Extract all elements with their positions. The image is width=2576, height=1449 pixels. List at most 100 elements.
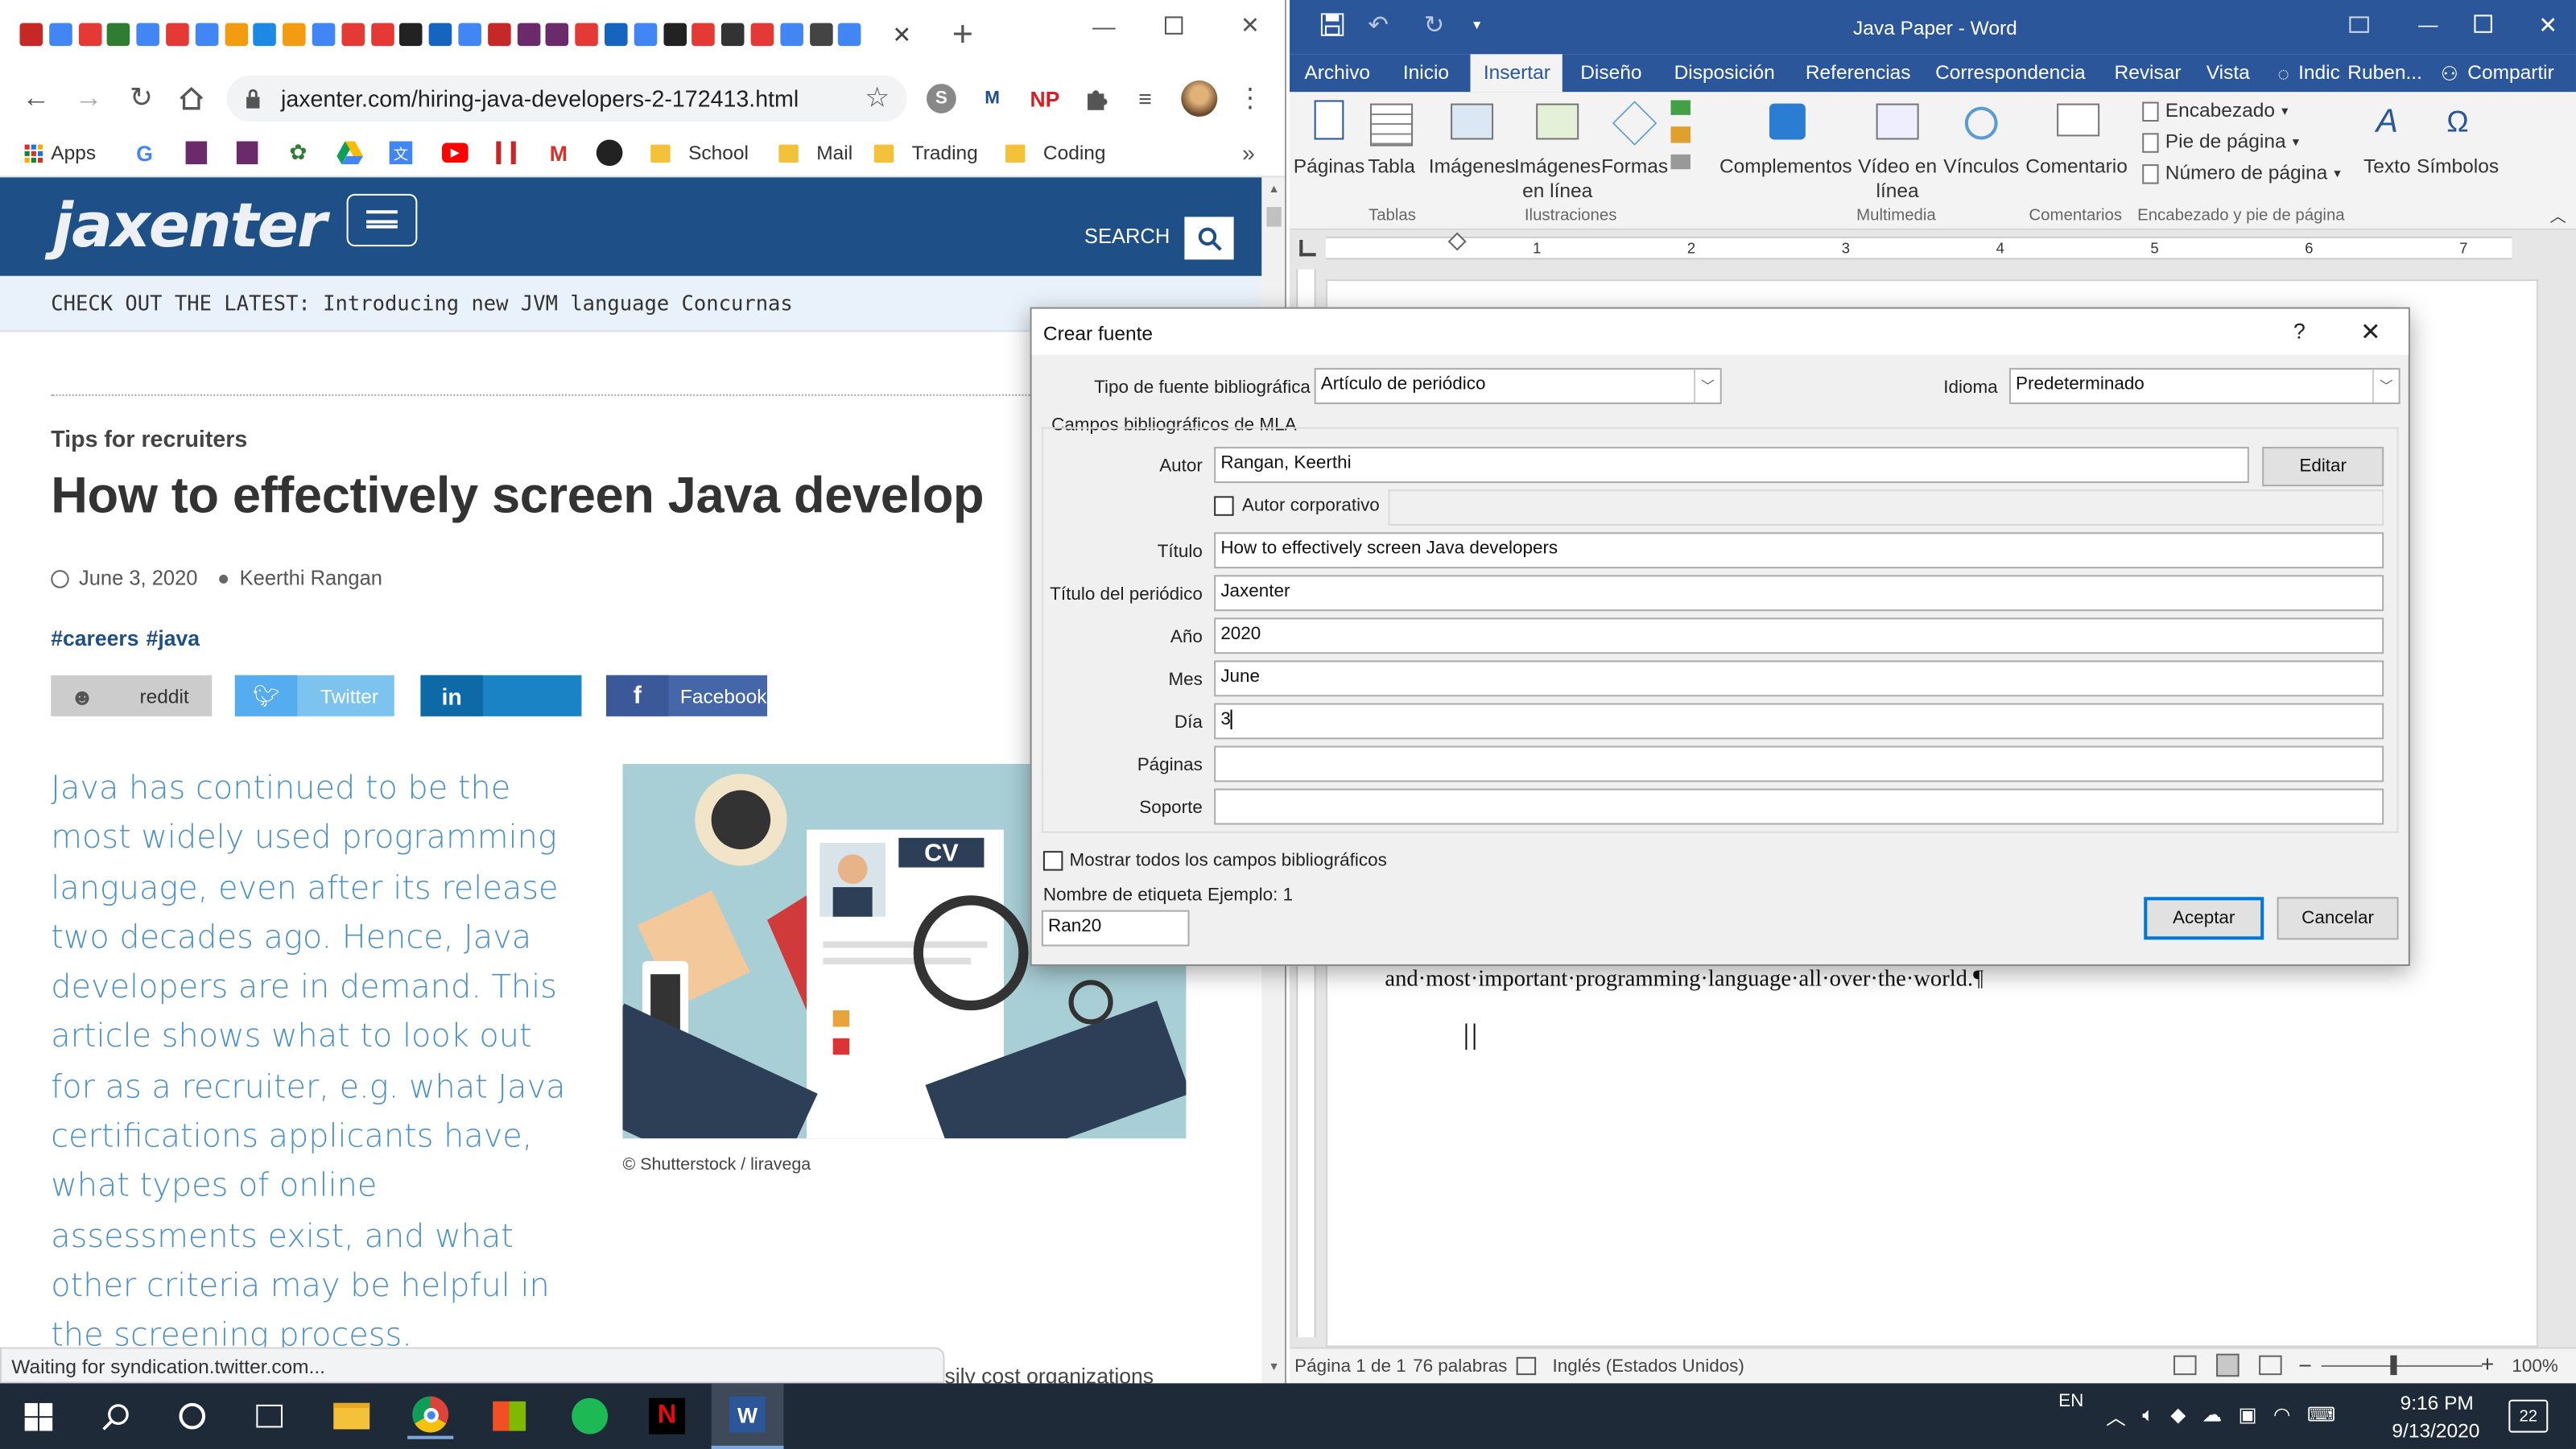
back-icon[interactable]: ←	[19, 82, 52, 115]
wifi-icon[interactable]: ◠	[2273, 1403, 2290, 1431]
scroll-thumb[interactable]	[1266, 207, 1282, 227]
paginas-button[interactable]: Páginas	[1294, 97, 1364, 202]
paginas-field[interactable]	[1214, 745, 2384, 782]
mostrar-todos-checkbox[interactable]	[1042, 851, 1063, 871]
tag-careers[interactable]: #careers	[51, 626, 138, 651]
web-layout-icon[interactable]	[2259, 1355, 2282, 1376]
read-mode-icon[interactable]	[2173, 1355, 2197, 1376]
bookmark-icon-a[interactable]	[185, 141, 208, 165]
autor-corporativo-label[interactable]: Autor corporativo	[1242, 496, 1380, 515]
plant-icon[interactable]: ✿	[286, 138, 311, 164]
pinned-tab-favicon[interactable]	[721, 23, 745, 47]
pinned-tab-favicon[interactable]	[575, 23, 599, 47]
pinned-tab-favicon[interactable]	[779, 23, 803, 47]
chrome-taskbar-button[interactable]	[407, 1393, 454, 1439]
encabezado-button[interactable]: Encabezado ▾	[2142, 98, 2288, 123]
word-taskbar-button[interactable]: W	[711, 1383, 784, 1449]
horizontal-ruler[interactable]: 1 2 3 4 5 6 7	[1290, 229, 2576, 270]
tab-correspondencia[interactable]: Correspondencia	[1935, 61, 2086, 85]
proofing-icon[interactable]	[1516, 1356, 1537, 1376]
home-icon[interactable]	[174, 82, 207, 115]
titulo-periodico-field[interactable]: Jaxenter	[1214, 575, 2384, 612]
gmail-icon[interactable]: M	[546, 140, 572, 165]
pinned-tab-favicon[interactable]	[195, 23, 219, 47]
zoom-slider[interactable]	[2321, 1364, 2483, 1367]
tab-vista[interactable]: Vista	[2207, 61, 2250, 85]
account-name[interactable]: Ruben...	[2347, 61, 2422, 85]
customize-qat-icon[interactable]: ▾	[1467, 13, 1486, 36]
lightbulb-icon[interactable]: ◌	[2273, 61, 2293, 86]
tab-disposicion[interactable]: Disposición	[1674, 61, 1775, 85]
volume-icon[interactable]: 🔈︎	[2142, 1403, 2154, 1431]
comentario-button[interactable]: Comentario	[2024, 97, 2129, 202]
google-icon[interactable]: G	[133, 140, 156, 165]
tab-insertar[interactable]: Insertar	[1484, 61, 1550, 85]
word-minimize-icon[interactable]: —	[2415, 10, 2442, 39]
onedrive-icon[interactable]: ☁︎	[2202, 1403, 2222, 1431]
url-text[interactable]: jaxenter.com/hiring-java-developers-2-17…	[281, 85, 799, 112]
pinned-tab-favicon[interactable]	[341, 23, 365, 47]
share-facebook-button[interactable]: f Facebook	[606, 675, 768, 716]
chevron-down-icon[interactable]: ﹀	[1694, 369, 1720, 402]
editar-button[interactable]: Editar	[2262, 447, 2384, 487]
pinned-tab-favicon[interactable]	[283, 23, 306, 47]
security-icon[interactable]: ▣	[2238, 1403, 2256, 1431]
drive-icon[interactable]	[336, 141, 364, 165]
dia-field[interactable]: 3	[1214, 703, 2384, 740]
language-status[interactable]: Inglés (Estados Unidos)	[1553, 1357, 1744, 1377]
tab-referencias[interactable]: Referencias	[1806, 61, 1911, 85]
vinculos-button[interactable]: Vínculos	[1942, 97, 2021, 202]
tab-selector[interactable]	[1299, 239, 1316, 257]
github-icon[interactable]	[596, 139, 623, 167]
pinned-tab-favicon[interactable]	[78, 23, 101, 47]
mostrar-todos-label[interactable]: Mostrar todos los campos bibliográficos	[1070, 851, 1387, 870]
zoom-level[interactable]: 100%	[2512, 1357, 2557, 1377]
more-bookmarks-icon[interactable]: »	[1237, 138, 1261, 167]
search-button[interactable]	[1184, 217, 1234, 260]
texto-button[interactable]: A Texto	[2359, 97, 2415, 202]
search-label[interactable]: SEARCH	[1084, 225, 1170, 249]
action-center-button[interactable]: 22	[2508, 1399, 2549, 1433]
bookmark-icon-b[interactable]	[236, 141, 258, 165]
page-count[interactable]: Página 1 de 1	[1294, 1357, 1406, 1377]
aceptar-button[interactable]: Aceptar	[2144, 897, 2264, 940]
tab-diseno[interactable]: Diseño	[1580, 61, 1641, 85]
cortana-button[interactable]	[169, 1393, 215, 1439]
zoom-in-button[interactable]: +	[2481, 1351, 2495, 1377]
tell-me-search[interactable]: Indic	[2298, 61, 2340, 85]
bookmark-folder-trading[interactable]: Trading	[873, 138, 978, 167]
chevron-down-icon[interactable]: ﹀	[2372, 369, 2399, 402]
chevron-up-icon[interactable]: ︿	[2106, 1403, 2126, 1431]
pinned-tab-favicon[interactable]	[48, 23, 72, 47]
pinned-tab-favicon[interactable]	[370, 23, 394, 47]
clock-time[interactable]: 9:16 PM	[2401, 1392, 2474, 1415]
pinned-tab-favicon[interactable]	[605, 23, 628, 47]
forward-icon[interactable]: →	[72, 82, 105, 115]
pinned-tab-favicon[interactable]	[634, 23, 657, 47]
imagenes-en-linea-button[interactable]: Imágenes en línea	[1513, 97, 1602, 202]
tab-inicio[interactable]: Inicio	[1403, 61, 1449, 85]
netflix-taskbar-button[interactable]: N	[644, 1393, 690, 1439]
complementos-button[interactable]: Complementos	[1717, 97, 1855, 202]
pinned-tab-favicon[interactable]	[663, 23, 687, 47]
autor-field[interactable]: Rangan, Keerthi	[1214, 447, 2249, 483]
tab-insertar-active[interactable]: Insertar	[1470, 54, 1563, 93]
movistar-extension-icon[interactable]: M	[976, 84, 1009, 114]
dropbox-icon[interactable]: ◆	[2170, 1403, 2186, 1431]
redo-icon[interactable]: ↻	[1419, 8, 1449, 41]
simbolos-button[interactable]: Ω Símbolos	[2417, 97, 2499, 202]
extensions-puzzle-icon[interactable]	[1081, 84, 1111, 114]
pinned-tab-favicon[interactable]	[487, 23, 511, 47]
pinned-tab-favicon[interactable]	[136, 23, 160, 47]
formas-button[interactable]: Formas	[1601, 97, 1668, 202]
pinned-tab-favicon[interactable]	[399, 23, 423, 47]
pinned-tab-favicon[interactable]	[107, 23, 131, 47]
scroll-down-icon[interactable]: ▼	[1266, 1360, 1281, 1375]
pinned-tab-favicon[interactable]	[312, 23, 336, 47]
titulo-field[interactable]: How to effectively screen Java developer…	[1214, 532, 2384, 569]
autor-corporativo-checkbox[interactable]	[1214, 496, 1234, 516]
keyboard-icon[interactable]: ⌨︎	[2307, 1403, 2335, 1431]
word-count[interactable]: 76 palabras	[1413, 1357, 1507, 1377]
scroll-up-icon[interactable]: ▲	[1266, 183, 1281, 197]
file-explorer-button[interactable]	[328, 1393, 374, 1439]
